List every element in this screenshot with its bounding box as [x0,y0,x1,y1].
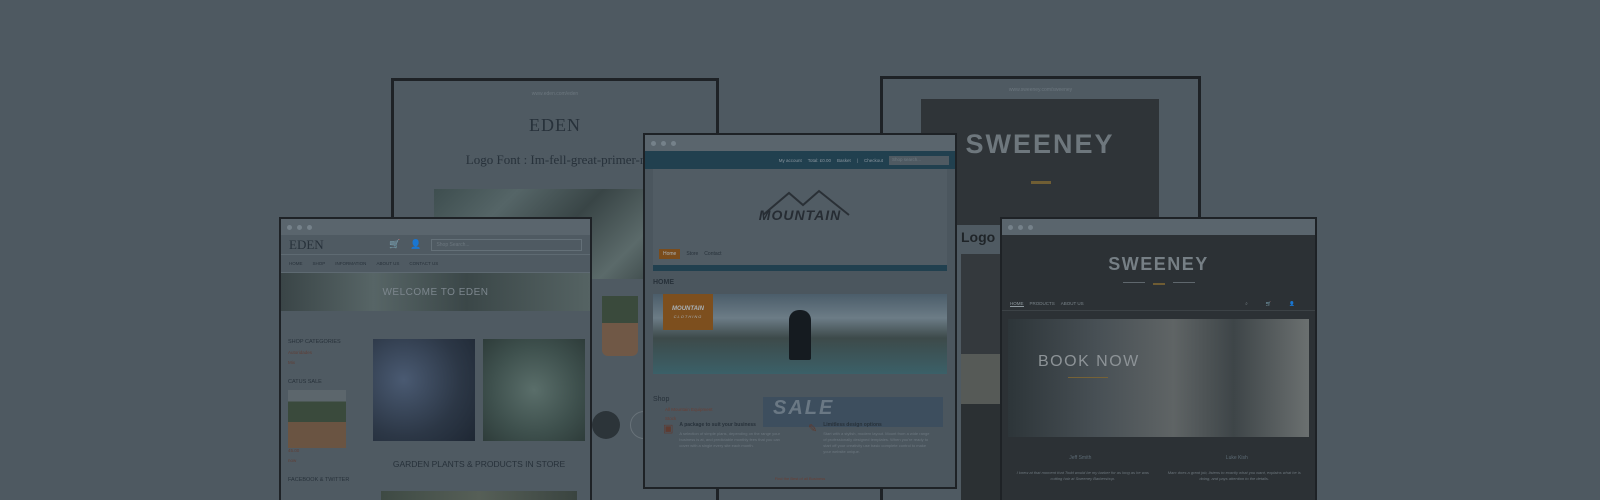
category-link[interactable]: Autoridades [288,350,358,355]
book-underline [1068,377,1108,378]
shop-search-input[interactable]: Shop Search... [431,238,582,251]
barber-photo-strip [961,254,1003,500]
lake-photo: MOUNTAIN CLOTHING [653,294,947,374]
nav-item-home[interactable]: HOME [1010,301,1024,307]
hiker-figure [789,310,811,360]
razor-icon [1031,174,1051,184]
barber-hero: BOOK NOW [1008,319,1309,437]
cactus-product-image[interactable] [288,390,346,448]
cart-icon[interactable]: 🛒 [1266,301,1272,307]
mountain-hero: MOUNTAIN Home Store Contact [653,169,947,265]
blue-flower-tile[interactable] [373,339,475,441]
nav-item-about[interactable]: ABOUT US [376,261,399,266]
testimonial-quote: I knew at that moment that Todd would be… [1016,470,1149,481]
nav-item-shop[interactable]: SHOP [313,261,326,266]
badge-subtitle: CLOTHING [673,314,703,319]
close-dot-icon[interactable] [1008,224,1013,230]
sweeney-logo[interactable]: SWEENEY [1002,254,1315,275]
eden-sidebar: SHOP CATEGORIES Autoridades Mix CATUS SA… [288,339,358,488]
shop-section: Shop All Mountain Equipment Stock [653,396,713,421]
nav-item-contact[interactable]: CONTACT US [409,261,438,266]
mountain-logo[interactable]: MOUNTAIN [653,207,947,223]
eden-browser-window: EDEN 🛒 👤 Shop Search... HOME SHOP INFORM… [279,217,592,500]
basket-total: Total: £0.00 [807,157,832,163]
my-account-link[interactable]: My account [779,158,802,163]
testimonial-quote: Marc does a great job, listens to exactl… [1167,470,1301,481]
logo-ornament [1002,279,1315,285]
razor-icon [1152,279,1165,285]
feature-title: A package to suit your business [679,422,756,428]
design-icon: ✎ [808,423,818,435]
testimonial-name: Jeff Smith [1069,455,1092,461]
home-heading: HOME [653,279,674,286]
mountain-topbar: My account Total: £0.00 Basket | Checkou… [645,151,955,169]
social-heading: FACEBOOK & TWITTER [288,477,350,483]
feature-title: Limitless design options [823,422,882,428]
menu-store[interactable]: Store [686,251,698,257]
cart-icon[interactable]: 🛒 [389,239,400,250]
maximize-dot-icon[interactable] [1028,224,1033,230]
window-titlebar [1002,219,1315,235]
minimize-dot-icon[interactable] [1018,224,1023,230]
window-titlebar [281,219,590,235]
testimonial-quotes: I knew at that moment that Todd would be… [1002,470,1315,482]
window-titlebar [645,135,955,151]
sweeney-back-url: www.sweeney.com/sweeney [1008,87,1073,93]
footer-link[interactable]: Find the Best of all Business [645,476,955,481]
shop-search-input[interactable]: Shop search... [889,155,949,165]
cactus-pot-image [602,296,638,356]
feature-desc: Start with a stylish, modern layout. Mou… [823,431,930,454]
nav-item-home[interactable]: HOME [289,261,303,266]
shop-heading: Shop [653,396,670,403]
mountain-menu: Home Store Contact [659,249,722,259]
badge-title: MOUNTAIN [672,306,704,312]
testimonial-names: Jeff Smith Luke Kish [1002,455,1315,461]
category-link[interactable]: Mix [288,360,358,365]
shop-link[interactable]: Stock [665,416,713,421]
mountain-clothing-badge: MOUNTAIN CLOTHING [663,294,713,330]
welcome-banner: WELCOME TO EDEN [281,273,590,311]
sale-note: now [288,458,297,463]
nav-item-products[interactable]: PRODUCTS [1030,301,1055,306]
feature-desc: A selection of simple plans, depending o… [679,431,780,448]
testimonial-name: Luke Kish [1225,455,1248,461]
close-dot-icon[interactable] [287,224,292,230]
sweeney-nav: HOME PRODUCTS ABOUT US ⌕ 🛒 👤 [1002,297,1315,311]
feature-item: ▣ A package to suit your business A sele… [663,422,788,455]
nav-item-information[interactable]: INFORMATION [335,261,366,266]
nav-item-about[interactable]: ABOUT US [1061,301,1084,306]
menu-contact[interactable]: Contact [704,251,721,257]
user-icon[interactable]: 👤 [1289,301,1295,307]
sweeney-browser-window: SWEENEY HOME PRODUCTS ABOUT US ⌕ 🛒 👤 BOO… [1000,217,1317,500]
shop-categories-heading: SHOP CATEGORIES [288,339,341,345]
garden-photo-strip [381,491,577,500]
close-dot-icon[interactable] [651,140,656,146]
succulent-tile[interactable] [483,339,585,441]
shop-link[interactable]: All Mountain Equipment [665,407,713,412]
eden-nav: HOME SHOP INFORMATION ABOUT US CONTACT U… [281,255,590,273]
user-icon[interactable]: 👤 [410,239,421,250]
menu-home[interactable]: Home [659,249,681,259]
nav-icons: ⌕ 🛒 👤 [1245,301,1301,307]
search-icon[interactable]: ⌕ [1245,301,1248,307]
book-now-button[interactable]: BOOK NOW [1038,353,1140,371]
maximize-dot-icon[interactable] [307,224,312,230]
feature-item: ✎ Limitless design options Start with a … [808,422,933,455]
eden-logo[interactable]: EDEN [289,237,379,253]
eden-header: EDEN 🛒 👤 Shop Search... [281,235,590,255]
sale-heading: CATUS SALE [288,379,322,385]
topbar-separator: | [856,157,858,163]
features-row: ▣ A package to suit your business A sele… [663,422,933,455]
mountain-browser-window: My account Total: £0.00 Basket | Checkou… [643,133,957,489]
maximize-dot-icon[interactable] [671,140,676,146]
package-icon: ▣ [663,423,674,435]
sale-price: 45.00 [288,448,300,453]
minimize-dot-icon[interactable] [661,140,666,146]
eden-back-url: www.eden.com/eden [531,91,579,97]
color-swatch-dark [592,411,620,439]
minimize-dot-icon[interactable] [297,224,302,230]
garden-caption: GARDEN PLANTS & PRODUCTS IN STORE [392,459,566,469]
checkout-link[interactable]: Checkout [864,158,883,163]
basket-link[interactable]: Basket [837,158,851,163]
